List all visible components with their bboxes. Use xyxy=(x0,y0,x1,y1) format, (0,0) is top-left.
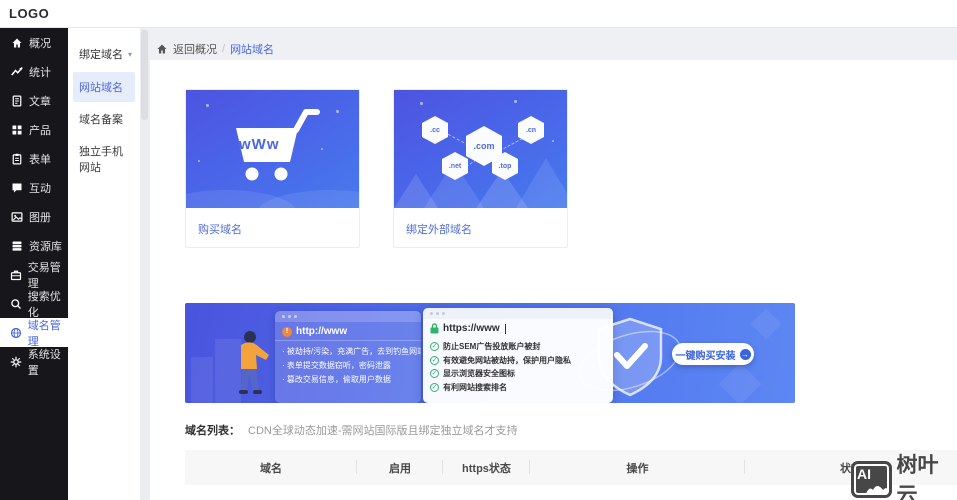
warning-icon: ! xyxy=(282,327,292,337)
domain-list-label: 域名列表： xyxy=(185,422,240,438)
sidebar-item-resources[interactable]: 资源库 xyxy=(0,231,68,260)
watermark: AI 树叶云 xyxy=(851,449,957,500)
sidebar-item-domain[interactable]: 域名管理 xyxy=(0,318,68,347)
domain-tld-hexagon: .cn xyxy=(518,116,544,144)
sidebar-item-seo[interactable]: 搜索优化 xyxy=(0,289,68,318)
buy-domain-card[interactable]: wWw 购买域名 xyxy=(185,89,360,248)
table-header-cell: 域名 xyxy=(185,450,357,485)
sidebar-item-settings[interactable]: 系统设置 xyxy=(0,347,68,376)
https-promo-banner[interactable]: ! http://www 被劫持/污染，充满广告，去到钓鱼网站 表单提交数据窃听… xyxy=(185,303,795,403)
breadcrumb: 返回概况 / 网站域名 xyxy=(149,28,957,60)
breadcrumb-back-link[interactable]: 返回概况 xyxy=(173,41,217,57)
http-risk-item: 篡改交易信息，偷取用户数据 xyxy=(282,373,415,387)
http-browser-mockup: ! http://www 被劫持/污染，充满广告，去到钓鱼网站 表单提交数据窃听… xyxy=(275,311,421,403)
subsidebar-item-mobile-site[interactable]: 独立手机网站 xyxy=(73,136,135,182)
subsidebar-item-icp[interactable]: 域名备案 xyxy=(73,104,135,134)
globe-icon xyxy=(10,326,23,340)
form-icon xyxy=(10,152,24,166)
lock-icon xyxy=(430,323,439,334)
http-risk-item: 被劫持/污染，充满广告，去到钓鱼网站 xyxy=(282,345,415,359)
sidebar-item-stats[interactable]: 统计 xyxy=(0,57,68,86)
sidebar-item-trade[interactable]: 交易管理 xyxy=(0,260,68,289)
check-icon: ✓ xyxy=(430,342,439,351)
sidebar-item-interact[interactable]: 互动 xyxy=(0,173,68,202)
main-area: 返回概况 / 网站域名 wWw xyxy=(149,28,957,500)
sidebar-item-products[interactable]: 产品 xyxy=(0,115,68,144)
topbar: LOGO xyxy=(0,0,957,28)
gear-icon xyxy=(10,355,23,369)
one-click-buy-install-button[interactable]: 一键购买安装 → xyxy=(672,343,754,365)
table-header-cell: https状态 xyxy=(443,450,530,485)
database-icon xyxy=(10,239,24,253)
sidebar-item-overview[interactable]: 概况 xyxy=(0,28,68,57)
http-url: http://www xyxy=(296,326,347,337)
grid-icon xyxy=(10,123,24,137)
home-icon xyxy=(156,43,168,55)
check-icon: ✓ xyxy=(430,383,439,392)
subsidebar: 绑定域名 ▾ 网站域名 域名备案 独立手机网站 xyxy=(68,28,140,500)
chart-icon xyxy=(10,65,24,79)
search-icon xyxy=(10,297,23,311)
sidebar: 概况 统计 文章 产品 表单 互动 xyxy=(0,28,68,500)
chat-icon xyxy=(10,181,24,195)
table-header-cell: 操作 xyxy=(530,450,745,485)
mountain-icon xyxy=(865,481,891,496)
sidebar-item-gallery[interactable]: 图册 xyxy=(0,202,68,231)
bind-external-domain-card[interactable]: .cc .com .cn .net .top xyxy=(393,89,568,248)
domain-table-header: 域名 启用 https状态 操作 状态 xyxy=(185,450,957,485)
sidebar-item-forms[interactable]: 表单 xyxy=(0,144,68,173)
check-icon: ✓ xyxy=(430,356,439,365)
domain-hexagons-illustration: .cc .com .cn .net .top xyxy=(394,90,567,208)
watermark-text: 树叶云 xyxy=(897,449,957,500)
person-illustration xyxy=(229,329,273,401)
breadcrumb-current: 网站域名 xyxy=(230,41,274,57)
subsidebar-group-bind-domain[interactable]: 绑定域名 ▾ xyxy=(68,38,140,70)
logo[interactable]: LOGO xyxy=(9,6,49,21)
scrollbar[interactable] xyxy=(140,28,149,500)
scrollbar-thumb[interactable] xyxy=(141,30,148,120)
cart-www-text: wWw xyxy=(239,136,280,153)
gallery-icon xyxy=(10,210,24,224)
bind-external-domain-label[interactable]: 绑定外部域名 xyxy=(394,208,567,237)
article-icon xyxy=(10,94,24,108)
browser-chrome xyxy=(275,311,421,322)
breadcrumb-separator: / xyxy=(222,43,225,55)
domain-list-desc: CDN全球动态加速-需网站国际版且绑定独立域名才支持 xyxy=(248,422,518,438)
ai-image-icon: AI xyxy=(851,461,892,498)
home-icon xyxy=(10,36,24,50)
cart-illustration: wWw xyxy=(186,90,359,208)
buy-domain-label[interactable]: 购买域名 xyxy=(186,208,359,237)
text-cursor xyxy=(505,324,506,334)
content-panel: wWw 购买域名 xyxy=(150,60,957,500)
https-url: https://www xyxy=(443,323,500,334)
shield-illustration xyxy=(575,313,685,403)
domain-tld-hexagon: .cc xyxy=(422,116,448,144)
http-risk-item: 表单提交数据窃听，密码泄露 xyxy=(282,359,415,373)
subsidebar-item-site-domain[interactable]: 网站域名 xyxy=(73,72,135,102)
domain-list-info: 域名列表： CDN全球动态加速-需网站国际版且绑定独立域名才支持 xyxy=(185,422,518,438)
check-icon: ✓ xyxy=(430,369,439,378)
briefcase-icon xyxy=(10,268,23,282)
sidebar-item-articles[interactable]: 文章 xyxy=(0,86,68,115)
table-header-cell: 启用 xyxy=(357,450,443,485)
chevron-down-icon: ▾ xyxy=(128,50,132,59)
arrow-right-icon: → xyxy=(740,349,751,360)
